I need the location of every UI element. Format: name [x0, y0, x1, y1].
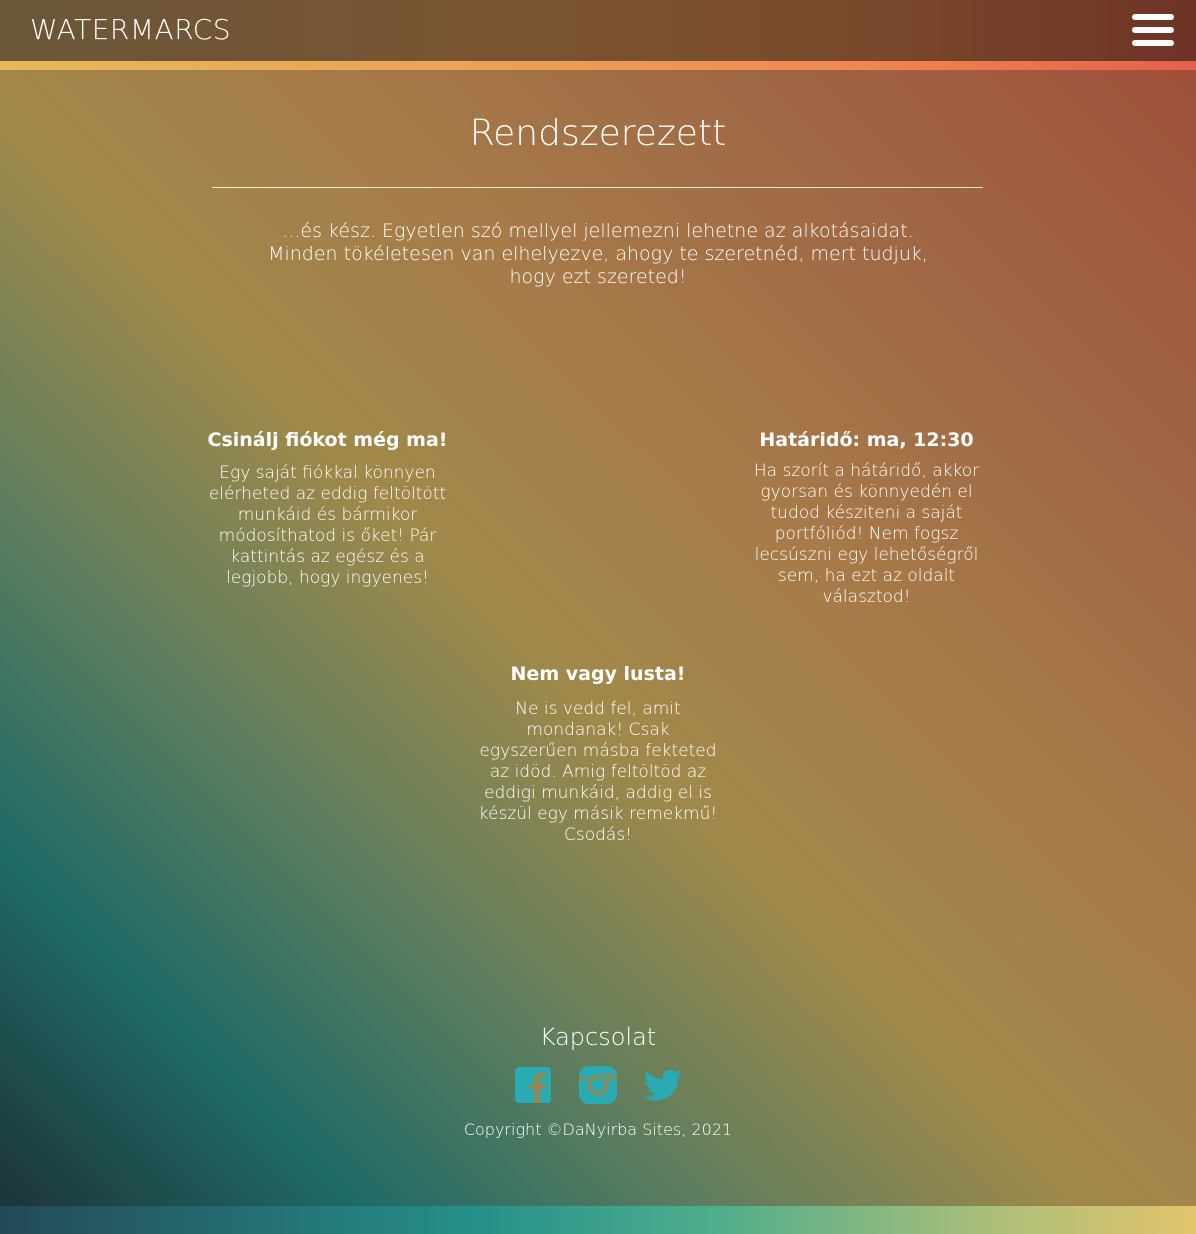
instagram-icon[interactable]	[577, 1064, 619, 1106]
menu-bar	[1132, 40, 1174, 46]
footer-accent-stripe	[0, 1206, 1196, 1234]
feature-deadline-title: Határidő: ma, 12:30	[759, 429, 974, 451]
navbar-accent-stripe	[0, 61, 1196, 70]
feature-lazy-text: Ne is vedd fel, amit mondanak! Csak egys…	[478, 699, 718, 845]
hero-title: Rendszerezett	[469, 113, 727, 154]
twitter-icon[interactable]	[642, 1064, 684, 1106]
menu-bar	[1132, 27, 1174, 33]
feature-deadline-text: Ha szorít a hátáridő, akkor gyorsan és k…	[753, 461, 980, 607]
feature-lazy: Nem vagy lusta! Ne is vedd fel, amit mon…	[475, 661, 721, 846]
hero-description: ...és kész. Egyetlen szó mellyel jelleme…	[268, 220, 928, 288]
feature-account: Csinálj fiókot még ma! Egy saját fiókkal…	[205, 427, 450, 589]
feature-account-text: Egy saját fiókkal könnyen elérheted az e…	[208, 463, 447, 588]
copyright-text: Copyright ©DaNyirba Sites, 2021	[463, 1120, 733, 1139]
menu-bar	[1132, 14, 1174, 20]
top-navbar: WATERMARCS	[0, 0, 1196, 61]
contact-title: Kapcsolat	[539, 1023, 657, 1051]
feature-account-title: Csinálj fiókot még ma!	[207, 429, 448, 451]
feature-deadline: Határidő: ma, 12:30 Ha szorít a hátáridő…	[750, 427, 983, 608]
social-links	[0, 1064, 1196, 1108]
brand-logo[interactable]: WATERMARCS	[30, 12, 231, 48]
feature-lazy-title: Nem vagy lusta!	[510, 663, 686, 685]
facebook-icon[interactable]	[512, 1064, 554, 1106]
page: WATERMARCS Rendszerezett ...és kész. Egy…	[0, 0, 1196, 1234]
hero-divider	[212, 187, 983, 188]
hamburger-menu-button[interactable]	[1132, 14, 1174, 46]
